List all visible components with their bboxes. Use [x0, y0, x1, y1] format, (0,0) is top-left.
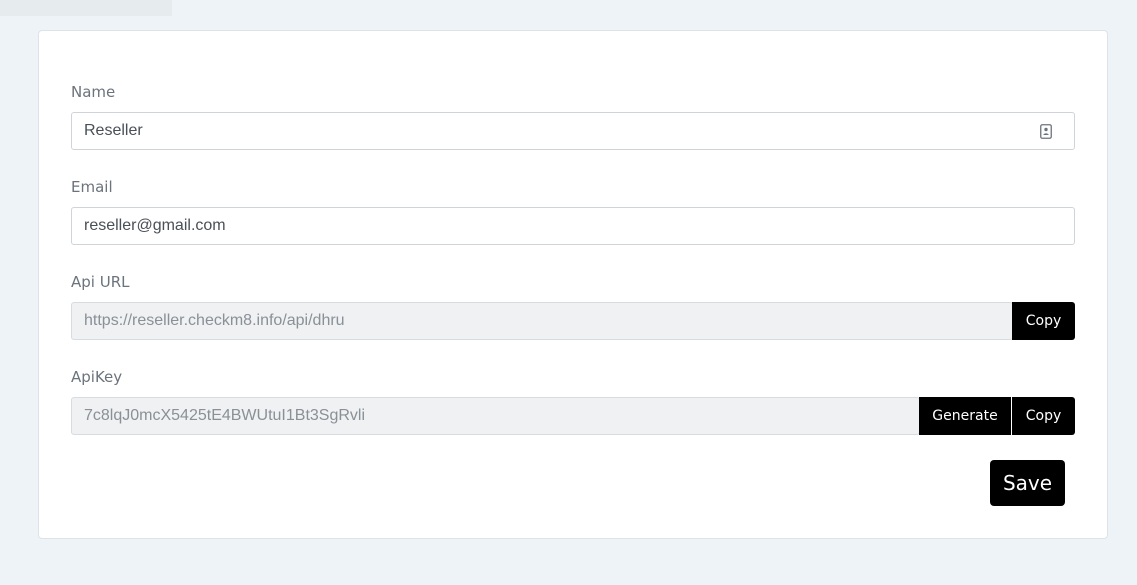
email-field[interactable]: reseller@gmail.com	[71, 207, 1075, 245]
api-key-value: 7c8lqJ0mcX5425tE4BWUtuI1Bt3SgRvli	[84, 407, 366, 424]
contact-card-icon[interactable]	[1040, 124, 1052, 139]
email-label: Email	[71, 178, 113, 196]
api-url-copy-button[interactable]: Copy	[1012, 302, 1075, 340]
generate-button[interactable]: Generate	[919, 397, 1011, 435]
top-strip	[0, 0, 172, 16]
api-key-label: ApiKey	[71, 368, 123, 386]
settings-card: Name Reseller Email reseller@gmail.com A…	[38, 30, 1108, 539]
api-url-value: https://reseller.checkm8.info/api/dhru	[84, 312, 345, 329]
api-url-field[interactable]: https://reseller.checkm8.info/api/dhru	[71, 302, 1013, 340]
name-field[interactable]: Reseller	[71, 112, 1075, 150]
save-button[interactable]: Save	[990, 460, 1065, 506]
api-url-label: Api URL	[71, 273, 130, 291]
api-key-field[interactable]: 7c8lqJ0mcX5425tE4BWUtuI1Bt3SgRvli	[71, 397, 920, 435]
name-label: Name	[71, 83, 116, 101]
api-key-copy-button[interactable]: Copy	[1012, 397, 1075, 435]
email-value: reseller@gmail.com	[84, 217, 226, 234]
name-value: Reseller	[84, 122, 143, 139]
